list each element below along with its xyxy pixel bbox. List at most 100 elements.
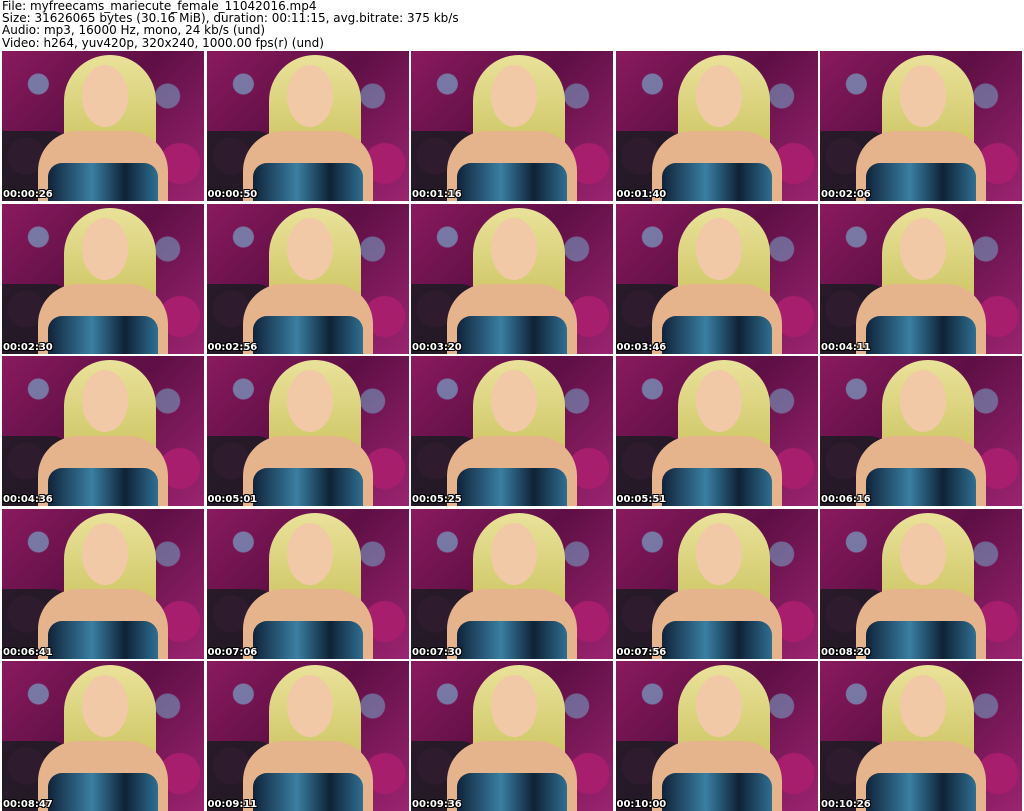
thumbnail-timestamp: 00:08:47 (3, 799, 53, 810)
face-shape (82, 370, 128, 432)
thumbnail-timestamp: 00:00:26 (3, 189, 53, 200)
face-shape (695, 675, 742, 737)
thumbnail-timestamp: 00:09:36 (412, 799, 462, 810)
top-garment-shape (48, 468, 158, 506)
thumbnail-timestamp: 00:03:20 (412, 341, 462, 353)
video-thumbnail: 00:01:16 (411, 51, 613, 201)
face-shape (900, 65, 946, 127)
top-garment-shape (457, 468, 567, 506)
thumbnail-timestamp: 00:04:36 (3, 494, 53, 505)
thumbnail-timestamp: 00:10:00 (616, 799, 667, 810)
face-shape (695, 522, 742, 585)
face-shape (286, 370, 333, 432)
top-garment-shape (252, 163, 363, 201)
thumbnail-timestamp: 00:02:30 (3, 341, 53, 353)
thumbnail-timestamp: 00:08:20 (821, 646, 871, 658)
top-garment-shape (866, 468, 976, 506)
thumbnail-timestamp: 00:02:06 (821, 189, 871, 200)
face-shape (900, 217, 946, 280)
video-thumbnail: 00:00:26 (2, 51, 204, 201)
thumbnail-timestamp: 00:06:16 (821, 494, 871, 505)
video-info-line: Video: h264, yuv420p, 320x240, 1000.00 f… (2, 35, 324, 50)
top-garment-shape (457, 620, 567, 659)
face-shape (82, 65, 128, 127)
top-garment-shape (661, 163, 772, 201)
face-shape (695, 65, 742, 127)
video-thumbnail: 00:02:30 (2, 203, 204, 354)
thumbnail-timestamp: 00:03:46 (616, 341, 667, 353)
top-garment-shape (866, 773, 976, 811)
video-thumbnail: 00:07:06 (206, 508, 409, 659)
thumbnail-timestamp: 00:05:01 (207, 494, 258, 505)
video-thumbnail: 00:06:41 (2, 508, 204, 659)
thumbnail-timestamp: 00:01:40 (616, 189, 667, 200)
face-shape (491, 675, 537, 737)
thumbnail-timestamp: 00:09:11 (207, 799, 258, 810)
video-thumbnail: 00:07:30 (411, 508, 613, 659)
top-garment-shape (457, 163, 567, 201)
top-garment-shape (661, 773, 772, 811)
video-thumbnail: 00:05:25 (411, 356, 613, 506)
top-garment-shape (866, 163, 976, 201)
face-shape (286, 217, 333, 280)
video-thumbnail: 00:03:20 (411, 203, 613, 354)
face-shape (695, 217, 742, 280)
top-garment-shape (661, 468, 772, 506)
thumbnail-timestamp: 00:00:50 (207, 189, 258, 200)
top-garment-shape (252, 773, 363, 811)
video-thumbnail: 00:01:40 (615, 51, 818, 201)
top-garment-shape (661, 315, 772, 354)
top-garment-shape (457, 773, 567, 811)
top-garment-shape (866, 620, 976, 659)
video-thumbnail: 00:05:01 (206, 356, 409, 506)
top-garment-shape (661, 620, 772, 659)
top-garment-shape (252, 620, 363, 659)
video-thumbnail: 00:10:26 (820, 661, 1022, 811)
face-shape (491, 522, 537, 585)
top-garment-shape (866, 315, 976, 354)
video-thumbnail: 00:04:36 (2, 356, 204, 506)
top-garment-shape (48, 163, 158, 201)
face-shape (286, 65, 333, 127)
face-shape (900, 675, 946, 737)
thumbnail-timestamp: 00:05:51 (616, 494, 667, 505)
video-thumbnail: 00:02:56 (206, 203, 409, 354)
video-thumbnail: 00:09:11 (206, 661, 409, 811)
top-garment-shape (48, 620, 158, 659)
audio-info-line: Audio: mp3, 16000 Hz, mono, 24 kb/s (und… (2, 23, 266, 38)
face-shape (286, 675, 333, 737)
top-garment-shape (252, 315, 363, 354)
video-thumbnail: 00:10:00 (615, 661, 818, 811)
thumbnail-timestamp: 00:06:41 (3, 646, 53, 658)
thumbnail-timestamp: 00:07:56 (616, 646, 667, 658)
video-thumbnail: 00:06:16 (820, 356, 1022, 506)
face-shape (286, 522, 333, 585)
video-thumbnail: 00:08:47 (2, 661, 204, 811)
top-garment-shape (48, 315, 158, 354)
video-thumbnail: 00:03:46 (615, 203, 818, 354)
video-thumbnail: 00:09:36 (411, 661, 613, 811)
thumbnail-timestamp: 00:07:30 (412, 646, 462, 658)
face-shape (695, 370, 742, 432)
video-thumbnail: 00:02:06 (820, 51, 1022, 201)
video-thumbnail: 00:04:11 (820, 203, 1022, 354)
thumbnail-timestamp: 00:07:06 (207, 646, 258, 658)
face-shape (82, 522, 128, 585)
face-shape (491, 217, 537, 280)
video-thumbnail: 00:08:20 (820, 508, 1022, 659)
thumbnail-timestamp: 00:10:26 (821, 799, 871, 810)
thumbnail-timestamp: 00:02:56 (207, 341, 258, 353)
face-shape (900, 370, 946, 432)
face-shape (900, 522, 946, 585)
top-garment-shape (457, 315, 567, 354)
face-shape (491, 370, 537, 432)
top-garment-shape (252, 468, 363, 506)
thumbnail-grid: 00:00:26 00:00:50 00:01:16 00:01:40 00:02:06… (0, 51, 1024, 811)
video-thumbnail: 00:00:50 (206, 51, 409, 201)
face-shape (491, 65, 537, 127)
face-shape (82, 217, 128, 280)
face-shape (82, 675, 128, 737)
top-garment-shape (48, 773, 158, 811)
thumbnail-timestamp: 00:01:16 (412, 189, 462, 200)
thumbnail-timestamp: 00:05:25 (412, 494, 462, 505)
